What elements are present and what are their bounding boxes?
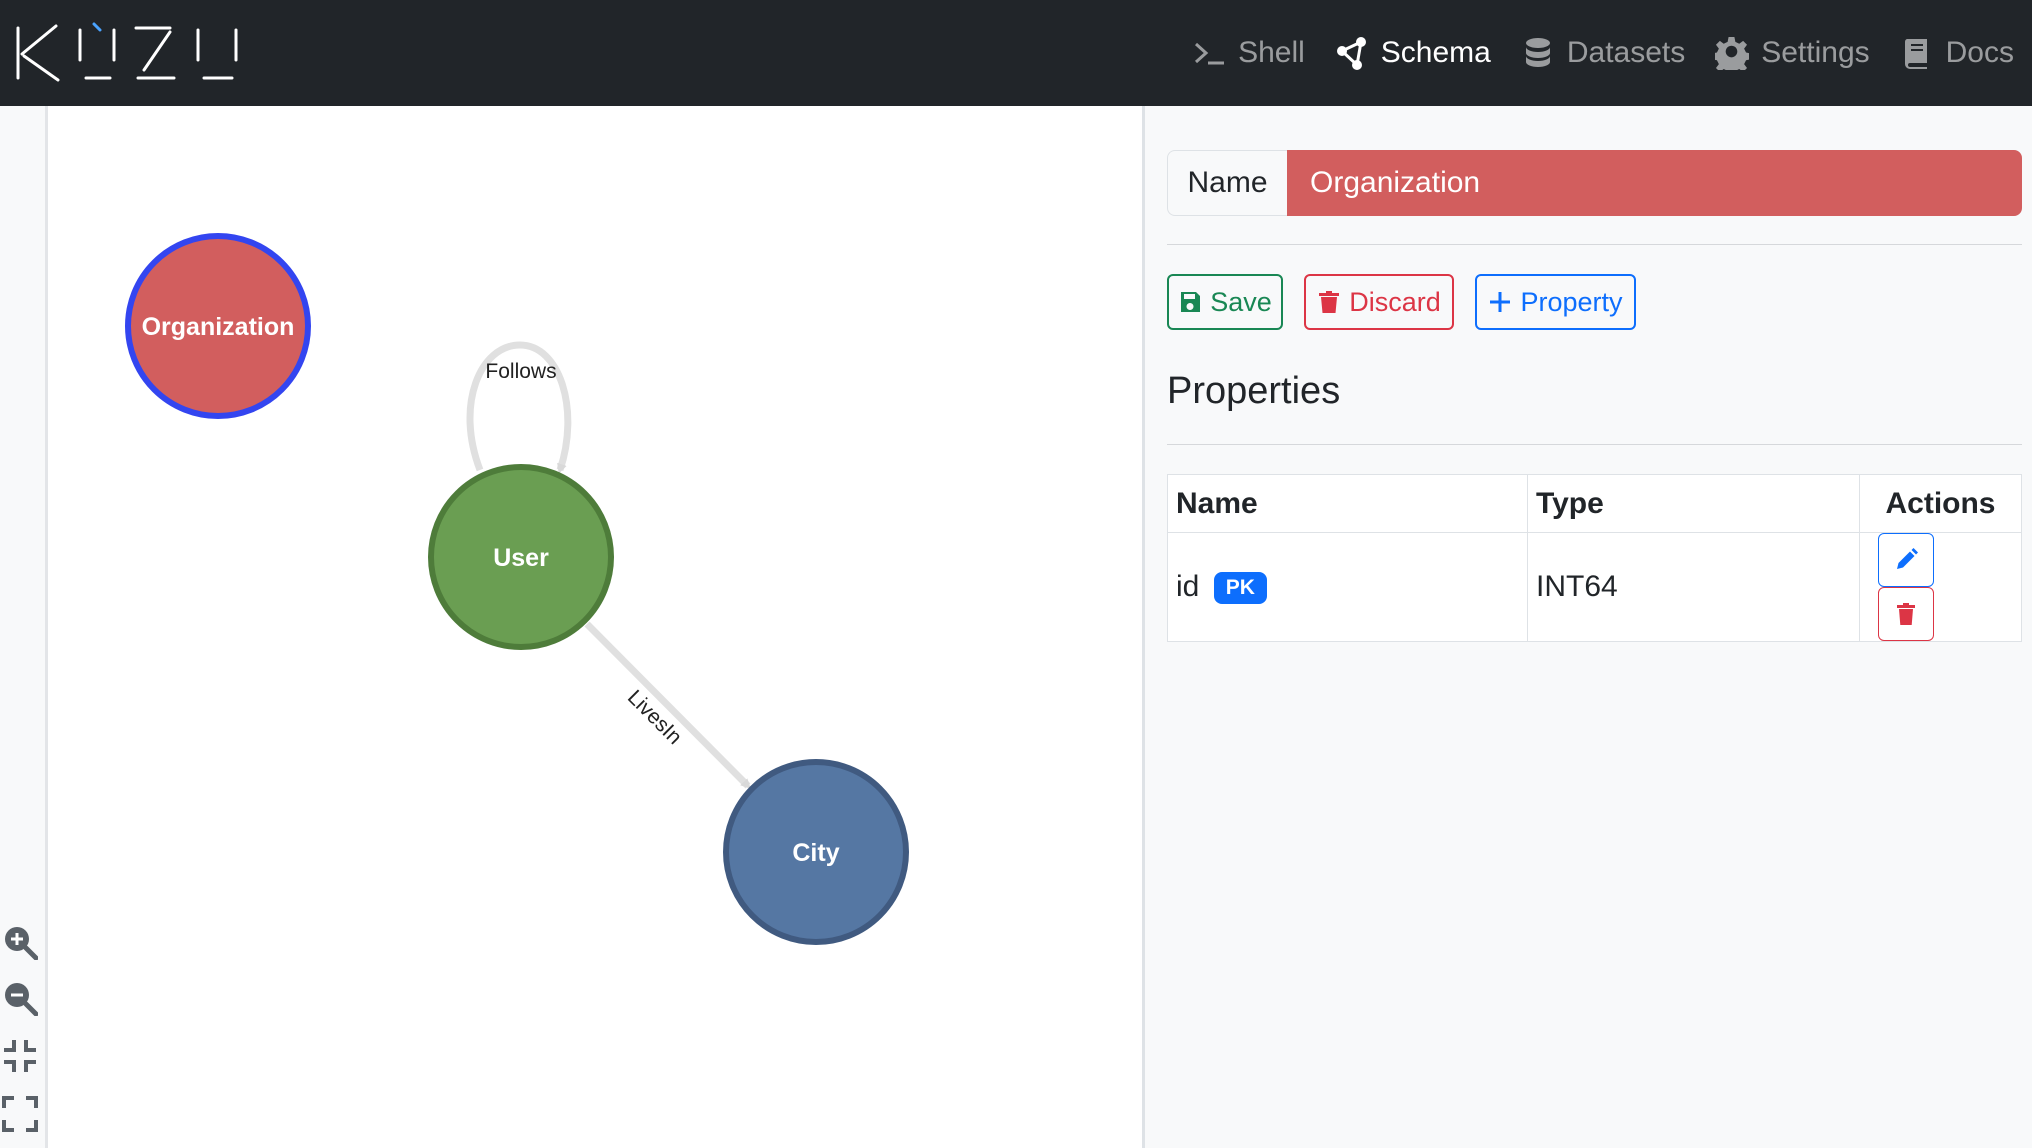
header-type: Type <box>1527 474 1860 533</box>
nav-schema[interactable]: Schema <box>1335 36 1491 70</box>
database-icon <box>1525 38 1550 67</box>
nav-datasets-label: Datasets <box>1566 36 1686 69</box>
schema-graph[interactable]: Follows LivesIn Organization User City <box>48 106 1142 1148</box>
graph-toolbar <box>0 106 48 1148</box>
edge-livesin[interactable] <box>584 621 751 789</box>
share-icon <box>1336 37 1366 70</box>
table-row: id PK INT64 <box>1167 532 2022 642</box>
add-property-label: Property <box>1520 286 1623 317</box>
divider-properties <box>1167 444 2022 445</box>
node-label-organization: Organization <box>142 313 295 341</box>
nav-datasets[interactable]: Datasets <box>1521 36 1685 70</box>
discard-label: Discard <box>1349 286 1441 317</box>
primary-key-badge: PK <box>1213 572 1267 605</box>
property-actions-cell <box>1859 532 2022 642</box>
header-actions: Actions <box>1859 474 2022 533</box>
properties-table: Name Type Actions id PK INT64 <box>1167 474 2022 642</box>
nav-docs[interactable]: Docs <box>1900 36 2014 70</box>
nav-settings[interactable]: Settings <box>1715 36 1870 70</box>
plus-icon <box>1490 292 1511 312</box>
fit-view-icon[interactable] <box>2 1038 38 1074</box>
nav-schema-label: Schema <box>1380 36 1491 69</box>
schema-canvas[interactable]: Follows LivesIn Organization User City <box>0 106 1142 1148</box>
kuzu-logo[interactable] <box>10 20 240 86</box>
floppy-icon <box>1181 292 1201 312</box>
node-label-user: User <box>493 544 549 572</box>
save-button[interactable]: Save <box>1167 274 1283 330</box>
trash-icon <box>1319 291 1340 313</box>
pencil-icon <box>1897 548 1918 569</box>
gear-icon <box>1715 36 1750 70</box>
nav-settings-label: Settings <box>1761 36 1870 69</box>
top-navbar: Shell Schema Datasets Settings Docs <box>0 0 2032 106</box>
divider-top <box>1167 244 2022 245</box>
node-user[interactable]: User <box>428 464 614 650</box>
save-label: Save <box>1210 286 1272 317</box>
name-input[interactable] <box>1287 150 2022 216</box>
node-city[interactable]: City <box>723 759 909 945</box>
nav-shell-label: Shell <box>1238 36 1305 69</box>
header-name: Name <box>1167 474 1528 533</box>
discard-button[interactable]: Discard <box>1304 274 1454 330</box>
delete-property-button[interactable] <box>1878 587 1934 641</box>
book-icon <box>1904 39 1927 69</box>
trash-icon <box>1897 603 1915 625</box>
terminal-icon <box>1195 42 1225 65</box>
properties-heading: Properties <box>1167 370 1341 412</box>
property-name-cell: id PK <box>1167 532 1528 642</box>
property-name: id <box>1176 569 1200 603</box>
name-input-group: Name <box>1167 150 2022 216</box>
node-organization[interactable]: Organization <box>125 233 311 419</box>
node-editor-panel: Name Save Discard Property Properties Na… <box>1145 106 2032 1148</box>
node-label-city: City <box>792 839 839 867</box>
nav-shell[interactable]: Shell <box>1192 36 1305 70</box>
nav-docs-label: Docs <box>1945 36 2014 69</box>
add-property-button[interactable]: Property <box>1475 274 1636 330</box>
edit-property-button[interactable] <box>1878 533 1934 587</box>
fullscreen-icon[interactable] <box>2 1096 38 1132</box>
zoom-out-icon[interactable] <box>2 980 38 1016</box>
edge-label-follows: Follows <box>485 360 556 383</box>
zoom-in-icon[interactable] <box>2 924 38 960</box>
table-header-row: Name Type Actions <box>1167 474 2022 533</box>
name-label: Name <box>1167 150 1287 216</box>
property-type: INT64 <box>1527 532 1860 642</box>
